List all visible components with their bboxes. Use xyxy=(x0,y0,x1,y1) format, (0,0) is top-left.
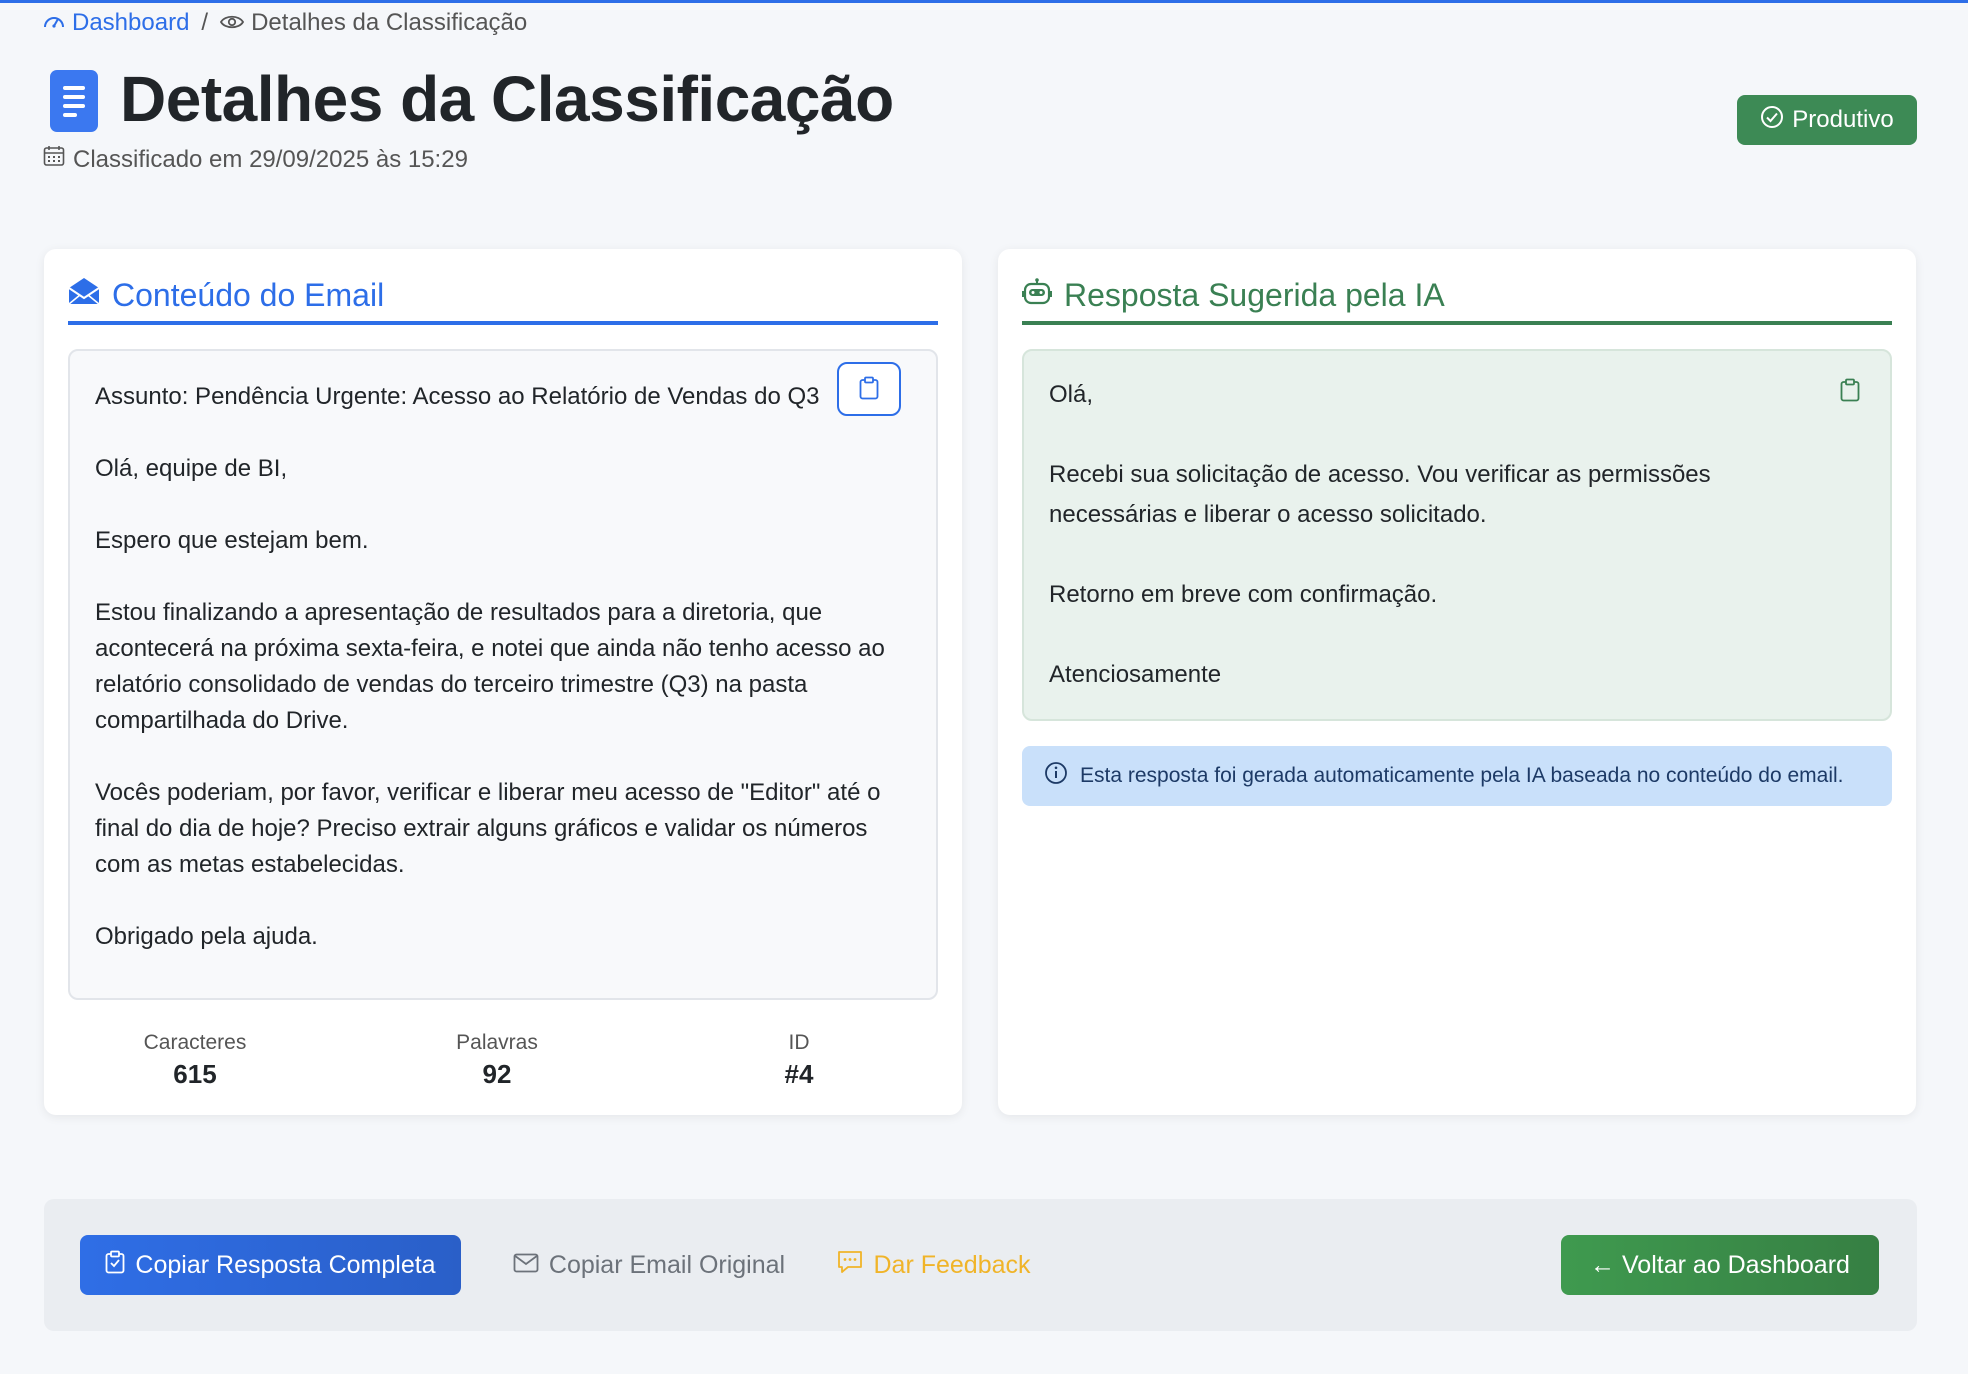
info-circle-icon xyxy=(1044,761,1068,791)
email-paragraph: Vocês poderiam, por favor, verificar e l… xyxy=(95,779,881,878)
check-circle-icon xyxy=(1760,105,1784,136)
reply-body: Olá, Recebi sua solicitação de acesso. V… xyxy=(1049,375,1839,735)
email-paragraph: Estou finalizando a apresentação de resu… xyxy=(95,599,885,734)
ai-info-text: Esta resposta foi gerada automaticamente… xyxy=(1080,764,1844,787)
eye-icon xyxy=(220,9,245,37)
email-body-box: Assunto: Pendência Urgente: Acesso ao Re… xyxy=(68,349,938,1000)
ai-info-alert: Esta resposta foi gerada automaticamente… xyxy=(1022,746,1892,806)
reply-paragraph: Recebi sua solicitação de acesso. Vou ve… xyxy=(1049,461,1711,528)
stat-label: Caracteres xyxy=(143,1031,247,1054)
email-content-card: Conteúdo do Email Assunto: Pendência Urg… xyxy=(44,249,962,1115)
back-to-dashboard-button[interactable]: ← Voltar ao Dashboard xyxy=(1561,1235,1879,1295)
email-paragraph: Assunto: Pendência Urgente: Acesso ao Re… xyxy=(95,383,820,410)
email-card-header: Conteúdo do Email xyxy=(68,269,938,325)
email-paragraph: Olá, equipe de BI, xyxy=(95,455,288,482)
ai-reply-card: Resposta Sugerida pela IA Olá, Recebi su… xyxy=(998,249,1916,1115)
reply-body-box: Olá, Recebi sua solicitação de acesso. V… xyxy=(1022,349,1892,721)
stat-label: Palavras xyxy=(456,1031,538,1054)
breadcrumb-current-label: Detalhes da Classificação xyxy=(251,9,528,36)
envelope-open-icon xyxy=(68,276,100,314)
copy-original-email-label: Copiar Email Original xyxy=(548,1250,786,1279)
stat-label: ID xyxy=(788,1031,810,1054)
copy-original-email-button[interactable]: Copiar Email Original xyxy=(504,1235,794,1295)
reply-card-title: Resposta Sugerida pela IA xyxy=(1064,276,1445,313)
stat-words: Palavras 92 xyxy=(397,1029,597,1091)
email-paragraph: Espero que estejam bem. xyxy=(95,527,369,554)
calendar-icon xyxy=(43,145,65,174)
stat-value: 615 xyxy=(173,1059,217,1089)
breadcrumb-dashboard-label: Dashboard xyxy=(72,9,190,36)
email-paragraph: Obrigado pela ajuda. xyxy=(95,923,318,950)
stat-value: 92 xyxy=(482,1059,512,1089)
breadcrumb-current: Detalhes da Classificação xyxy=(220,9,527,37)
breadcrumb: Dashboard / Detalhes da Classificação xyxy=(43,9,527,37)
stat-characters: Caracteres 615 xyxy=(95,1029,295,1091)
email-body: Assunto: Pendência Urgente: Acesso ao Re… xyxy=(95,379,895,991)
clipboard-icon xyxy=(1840,378,1860,405)
document-icon xyxy=(50,70,98,132)
feedback-label: Dar Feedback xyxy=(873,1250,1031,1279)
reply-paragraph: Olá, xyxy=(1049,381,1094,408)
clipboard-icon xyxy=(105,1250,125,1281)
envelope-icon xyxy=(513,1251,539,1280)
email-card-title: Conteúdo do Email xyxy=(112,276,385,313)
breadcrumb-dashboard-link[interactable]: Dashboard xyxy=(43,9,189,37)
robot-icon xyxy=(1022,277,1052,314)
action-bar: Copiar Resposta Completa Copiar Email Or… xyxy=(44,1199,1917,1331)
copy-full-reply-button[interactable]: Copiar Resposta Completa xyxy=(80,1235,461,1295)
copy-full-reply-label: Copiar Resposta Completa xyxy=(135,1250,436,1279)
reply-card-header: Resposta Sugerida pela IA xyxy=(1022,269,1892,325)
status-badge-label: Produtivo xyxy=(1792,106,1894,133)
status-badge: Produtivo xyxy=(1737,95,1917,145)
chat-bubble-icon xyxy=(837,1250,863,1281)
top-accent-line xyxy=(0,0,1968,3)
page-title: Detalhes da Classificação xyxy=(120,63,894,135)
stat-id: ID #4 xyxy=(699,1029,899,1091)
breadcrumb-separator: / xyxy=(201,9,209,36)
stat-value: #4 xyxy=(784,1059,814,1089)
copy-reply-icon-button[interactable] xyxy=(1835,376,1865,406)
copy-email-button[interactable] xyxy=(837,362,901,416)
back-to-dashboard-label: ← Voltar ao Dashboard xyxy=(1590,1250,1850,1279)
reply-paragraph: Atenciosamente xyxy=(1049,661,1222,688)
clipboard-icon xyxy=(859,376,879,403)
reply-paragraph: Retorno em breve com confirmação. xyxy=(1049,581,1438,608)
classified-date-text: Classificado em 29/09/2025 às 15:29 xyxy=(73,145,468,173)
feedback-button[interactable]: Dar Feedback xyxy=(834,1235,1034,1295)
classified-date: Classificado em 29/09/2025 às 15:29 xyxy=(43,145,468,174)
email-stats: Caracteres 615 Palavras 92 ID #4 xyxy=(68,1029,938,1099)
speedometer-icon xyxy=(43,9,65,37)
